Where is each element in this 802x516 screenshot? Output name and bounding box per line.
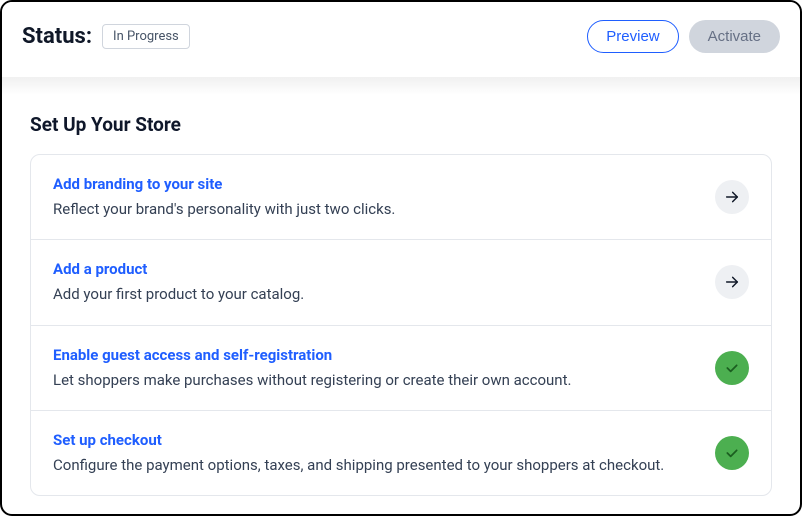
preview-button[interactable]: Preview <box>587 20 678 53</box>
row-desc: Configure the payment options, taxes, an… <box>53 455 664 475</box>
row-desc: Reflect your brand's personality with ju… <box>53 199 395 219</box>
setup-row-guest-access[interactable]: Enable guest access and self-registratio… <box>31 326 771 411</box>
row-text: Set up checkout Configure the payment op… <box>53 431 664 475</box>
app-frame: Status: In Progress Preview Activate Set… <box>0 0 802 516</box>
status-badge: In Progress <box>102 24 190 49</box>
setup-card: Add branding to your site Reflect your b… <box>30 154 772 496</box>
top-actions: Preview Activate <box>587 20 780 53</box>
status-wrap: Status: In Progress <box>22 24 190 49</box>
setup-row-checkout[interactable]: Set up checkout Configure the payment op… <box>31 411 771 495</box>
arrow-right-icon[interactable] <box>715 180 749 214</box>
top-bar: Status: In Progress Preview Activate <box>2 2 800 77</box>
arrow-right-icon[interactable] <box>715 265 749 299</box>
setup-row-product[interactable]: Add a product Add your first product to … <box>31 240 771 325</box>
row-desc: Add your first product to your catalog. <box>53 284 304 304</box>
check-icon <box>715 436 749 470</box>
activate-button: Activate <box>689 20 780 53</box>
divider-shadow <box>2 77 800 95</box>
row-text: Enable guest access and self-registratio… <box>53 346 571 390</box>
section-title: Set Up Your Store <box>30 113 772 136</box>
row-title-link[interactable]: Enable guest access and self-registratio… <box>53 346 571 364</box>
check-icon <box>715 351 749 385</box>
row-title-link[interactable]: Add branding to your site <box>53 175 395 193</box>
row-title-link[interactable]: Add a product <box>53 260 304 278</box>
row-text: Add branding to your site Reflect your b… <box>53 175 395 219</box>
setup-row-branding[interactable]: Add branding to your site Reflect your b… <box>31 155 771 240</box>
row-title-link[interactable]: Set up checkout <box>53 431 664 449</box>
content: Set Up Your Store Add branding to your s… <box>2 95 800 496</box>
row-text: Add a product Add your first product to … <box>53 260 304 304</box>
status-label: Status: <box>22 24 92 49</box>
row-desc: Let shoppers make purchases without regi… <box>53 370 571 390</box>
